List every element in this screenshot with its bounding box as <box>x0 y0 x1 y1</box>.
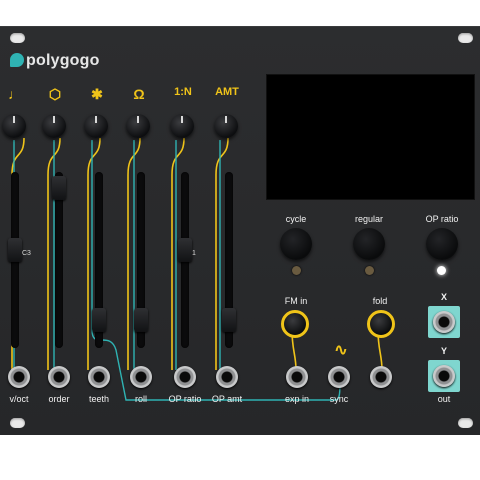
roll-knob[interactable] <box>126 114 150 138</box>
slider-cap[interactable] <box>8 238 22 262</box>
cycle-button[interactable] <box>280 228 312 260</box>
fm-in-knob[interactable] <box>281 310 309 338</box>
x-jack[interactable] <box>433 311 455 333</box>
order-knob[interactable] <box>42 114 66 138</box>
regular-label: regular <box>354 214 383 224</box>
vact-jack[interactable] <box>8 366 30 388</box>
slider-cap[interactable] <box>134 308 148 332</box>
exp-in-jack[interactable] <box>286 366 308 388</box>
op-amt-jack[interactable] <box>216 366 238 388</box>
op-ratio-button[interactable] <box>426 228 458 260</box>
fold-label: fold <box>372 296 388 306</box>
slider-op-ratio[interactable] <box>178 172 192 348</box>
sync-wave-icon: ∿ <box>334 342 348 359</box>
regular-button[interactable] <box>353 228 385 260</box>
op-ratio-knob[interactable] <box>170 114 194 138</box>
y-label: Y <box>440 346 447 356</box>
slider-cap[interactable] <box>92 308 106 332</box>
y-jack[interactable] <box>433 365 455 387</box>
cycle-label: cycle <box>285 214 307 224</box>
slider-cap[interactable] <box>178 238 192 262</box>
fm-in-label: FM in <box>284 296 308 306</box>
slider-cap[interactable] <box>222 308 236 332</box>
slider-roll[interactable] <box>134 172 148 348</box>
slider-mark-c3: C3 <box>22 250 31 257</box>
fold-knob[interactable] <box>367 310 395 338</box>
vact-knob[interactable] <box>2 114 26 138</box>
slider-vact[interactable] <box>8 172 22 348</box>
op-amt-label: OP amt <box>211 394 243 404</box>
op-ratio-led <box>437 266 446 275</box>
roll-jack[interactable] <box>130 366 152 388</box>
x-label: X <box>440 292 447 302</box>
sync-label: sync <box>329 394 349 404</box>
op-ratio-label: OP ratio <box>425 214 459 224</box>
trace-lines <box>11 108 405 401</box>
order-jack[interactable] <box>48 366 70 388</box>
slider-op-amt[interactable] <box>222 172 236 348</box>
teeth-jack[interactable] <box>88 366 110 388</box>
op-ratio-jack[interactable] <box>174 366 196 388</box>
op-amt-knob[interactable] <box>214 114 238 138</box>
regular-led <box>365 266 374 275</box>
slider-teeth[interactable] <box>92 172 106 348</box>
display-screen <box>266 74 475 200</box>
out-jack[interactable] <box>370 366 392 388</box>
teeth-knob[interactable] <box>84 114 108 138</box>
slider-mark-one: 1 <box>192 250 196 257</box>
sync-jack[interactable] <box>328 366 350 388</box>
out-label: out <box>437 394 451 404</box>
slider-order[interactable] <box>52 172 66 348</box>
slider-cap[interactable] <box>52 176 66 200</box>
cycle-led <box>292 266 301 275</box>
